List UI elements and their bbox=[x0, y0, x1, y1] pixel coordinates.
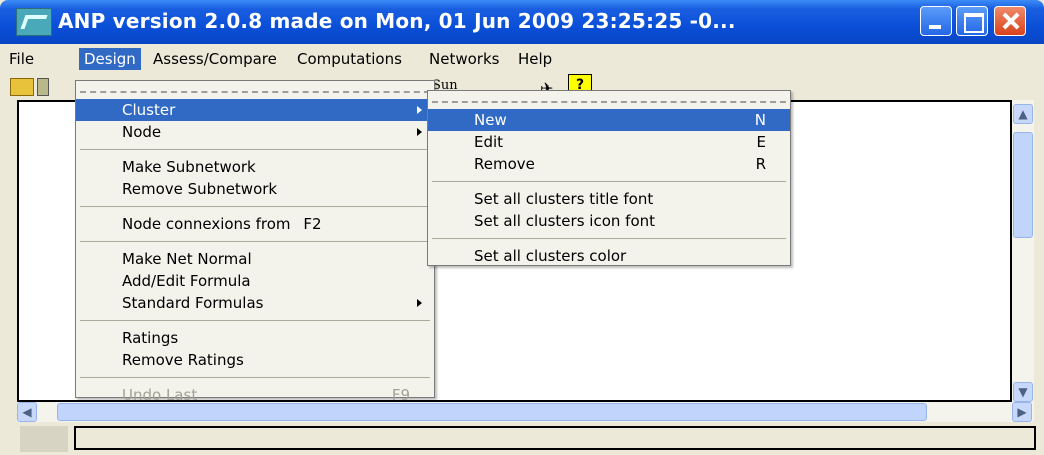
menu-item-cluster[interactable]: Cluster bbox=[76, 99, 434, 121]
submenu-arrow-icon bbox=[417, 128, 422, 136]
design-menu-tearoff[interactable] bbox=[80, 81, 430, 93]
vertical-scroll-thumb[interactable] bbox=[1013, 132, 1033, 238]
menu-item-remove-subnetwork[interactable]: Remove Subnetwork bbox=[76, 178, 434, 200]
menu-item-undo-last-label: Undo Last bbox=[122, 386, 198, 404]
open-folder-icon[interactable] bbox=[10, 78, 34, 96]
cluster-submenu-tearoff[interactable] bbox=[432, 91, 786, 103]
menu-item-set-color[interactable]: Set all clusters color bbox=[428, 245, 790, 267]
menu-item-remove-ratings[interactable]: Remove Ratings bbox=[76, 349, 434, 371]
scroll-down-button[interactable]: ▼ bbox=[1013, 382, 1033, 402]
status-field bbox=[74, 426, 1036, 450]
menu-item-add-edit-formula[interactable]: Add/Edit Formula bbox=[76, 270, 434, 292]
menu-item-make-net-normal[interactable]: Make Net Normal bbox=[76, 248, 434, 270]
menu-computations[interactable]: Computations bbox=[292, 48, 407, 70]
design-menu: Cluster Node Make Subnetwork Remove Subn… bbox=[75, 80, 435, 404]
menu-file[interactable]: File bbox=[4, 48, 39, 70]
menu-item-cluster-remove-label: Remove bbox=[474, 155, 535, 173]
scroll-up-button[interactable]: ▲ bbox=[1013, 104, 1033, 124]
menu-item-node-connexions[interactable]: Node connexions from F2 bbox=[76, 213, 434, 235]
scroll-left-button[interactable]: ◀ bbox=[17, 402, 37, 422]
window-title: ANP version 2.0.8 made on Mon, 01 Jun 20… bbox=[58, 9, 736, 33]
app-icon bbox=[16, 8, 52, 36]
menu-help[interactable]: Help bbox=[513, 48, 557, 70]
menu-design[interactable]: Design bbox=[79, 48, 141, 70]
title-bar[interactable]: ANP version 2.0.8 made on Mon, 01 Jun 20… bbox=[0, 0, 1044, 44]
menu-separator bbox=[80, 377, 430, 378]
menu-separator bbox=[80, 206, 430, 207]
menu-item-cluster-edit[interactable]: Edit E bbox=[428, 131, 790, 153]
menu-separator bbox=[432, 181, 786, 182]
menu-item-make-subnetwork[interactable]: Make Subnetwork bbox=[76, 156, 434, 178]
shortcut-n: N bbox=[754, 111, 766, 129]
save-icon[interactable] bbox=[37, 78, 49, 96]
menu-item-cluster-remove[interactable]: Remove R bbox=[428, 153, 790, 175]
menu-item-standard-formulas[interactable]: Standard Formulas bbox=[76, 292, 434, 314]
menu-item-cluster-label: Cluster bbox=[122, 101, 176, 119]
menu-assess-compare[interactable]: Assess/Compare bbox=[148, 48, 282, 70]
cluster-submenu: New N Edit E Remove R Set all clusters t… bbox=[427, 90, 791, 266]
menu-separator bbox=[80, 320, 430, 321]
minimize-button[interactable] bbox=[920, 6, 952, 36]
menu-item-cluster-new[interactable]: New N bbox=[428, 109, 790, 131]
submenu-arrow-icon bbox=[417, 299, 422, 307]
menu-item-ratings[interactable]: Ratings bbox=[76, 327, 434, 349]
menu-item-node-connexions-label: Node connexions from bbox=[122, 215, 291, 233]
shortcut-e: E bbox=[756, 133, 766, 151]
menu-item-standard-formulas-label: Standard Formulas bbox=[122, 294, 264, 312]
menu-item-cluster-new-label: New bbox=[474, 111, 507, 129]
status-panel-left bbox=[20, 426, 68, 452]
menu-item-node-label: Node bbox=[122, 123, 162, 141]
menu-item-undo-last[interactable]: Undo Last F9 bbox=[76, 384, 434, 406]
menu-item-cluster-edit-label: Edit bbox=[474, 133, 504, 151]
shortcut-f2: F2 bbox=[303, 215, 322, 233]
vertical-scrollbar[interactable]: ▲ ▼ bbox=[1012, 100, 1034, 404]
close-button[interactable] bbox=[994, 6, 1026, 36]
scroll-right-button[interactable]: ▶ bbox=[1012, 402, 1032, 422]
menu-item-node[interactable]: Node bbox=[76, 121, 434, 143]
submenu-arrow-icon bbox=[417, 106, 422, 114]
menu-separator bbox=[432, 238, 786, 239]
shortcut-r: R bbox=[755, 155, 766, 173]
maximize-button[interactable] bbox=[956, 6, 988, 36]
shortcut-f9: F9 bbox=[391, 386, 410, 404]
menu-separator bbox=[80, 149, 430, 150]
menu-bar: File Design Assess/Compare Computations … bbox=[0, 44, 1044, 72]
menu-item-set-icon-font[interactable]: Set all clusters icon font bbox=[428, 210, 790, 232]
menu-networks[interactable]: Networks bbox=[424, 48, 504, 70]
menu-separator bbox=[80, 241, 430, 242]
menu-item-set-title-font[interactable]: Set all clusters title font bbox=[428, 188, 790, 210]
